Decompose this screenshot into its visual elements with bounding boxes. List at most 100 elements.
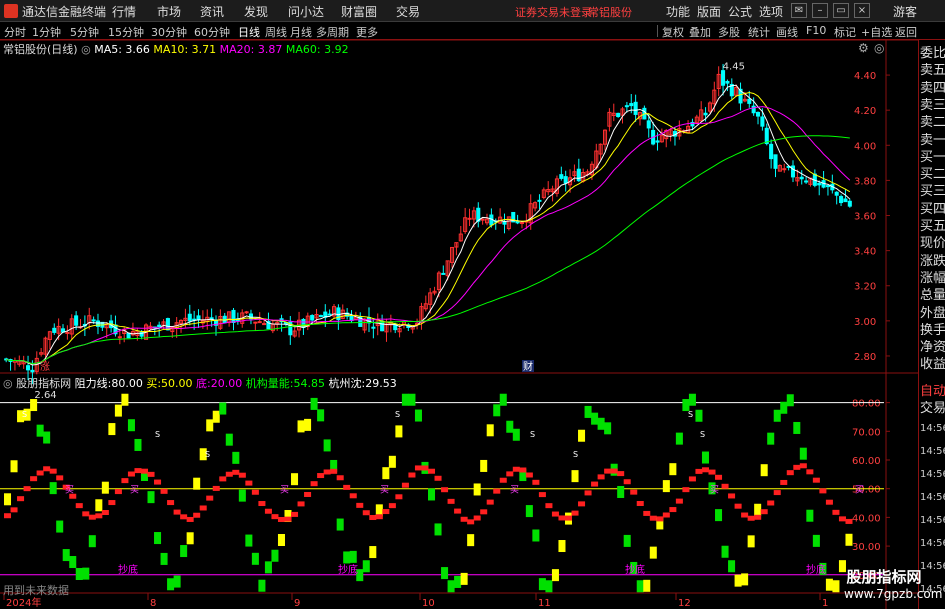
menu-gongshi[interactable]: 公式 [728, 3, 752, 20]
tool-duogu[interactable]: 多股 [718, 24, 740, 40]
slow-line-block [284, 516, 292, 522]
mai-label-6: 买 [855, 485, 864, 496]
slow-line-block [545, 503, 553, 509]
period-monthly[interactable]: 月线 [290, 24, 312, 40]
tool-tongji[interactable]: 统计 [748, 24, 770, 40]
close-icon[interactable]: × [854, 3, 870, 18]
period-multi[interactable]: 多周期 [316, 24, 349, 40]
candle [834, 191, 839, 196]
period-fenshi[interactable]: 分时 [4, 24, 26, 40]
menu-banmian[interactable]: 版面 [697, 3, 721, 20]
slow-line-block [825, 499, 833, 505]
tool-zixuan[interactable]: +自选 [861, 24, 892, 40]
login-notice[interactable]: 证券交易未登录 [515, 4, 592, 20]
indicator-block [310, 397, 318, 410]
guest-label[interactable]: 游客 [893, 3, 917, 20]
period-30min[interactable]: 30分钟 [151, 24, 187, 40]
candle [839, 196, 844, 204]
candle [187, 313, 192, 322]
slow-line-block [17, 496, 25, 502]
price-tick-label-5: 3.40 [854, 247, 876, 258]
mail-icon[interactable]: ✉ [791, 3, 807, 18]
slow-line-block [591, 481, 599, 487]
candle [480, 218, 485, 221]
restore-icon[interactable]: ▭ [833, 3, 849, 18]
price-tick-label-2: 4.00 [854, 141, 876, 152]
indicator-block [95, 499, 103, 512]
slow-line-block [512, 466, 520, 472]
indicator-block [760, 464, 768, 477]
menu-gongneng[interactable]: 功能 [666, 3, 690, 20]
trade-label[interactable]: 交易 [920, 401, 945, 417]
tool-diejia[interactable]: 叠加 [689, 24, 711, 40]
tool-huaxian[interactable]: 画线 [776, 24, 798, 40]
title-bar: 通达信金融终端 行情 市场 资讯 发现 问小达 财富圈 交易 证券交易未登录 常… [0, 0, 945, 22]
indicator-block [401, 393, 409, 406]
ma60-value: 3.92 [324, 43, 349, 56]
indicator-block [701, 451, 709, 464]
menu-faxian[interactable]: 发现 [244, 3, 268, 20]
period-60min[interactable]: 60分钟 [194, 24, 230, 40]
app-logo-icon [4, 4, 18, 18]
menu-shichang[interactable]: 市场 [157, 3, 181, 20]
chart-toggle-icon[interactable]: ◎ [874, 41, 884, 55]
price-tick-label-6: 3.20 [854, 282, 876, 293]
tick-time-5: 14:56 [920, 538, 945, 549]
chaodi-label-1: 抄底 [338, 563, 358, 576]
slow-line-block [812, 477, 820, 483]
slow-line-block [734, 503, 742, 509]
slow-line-block [806, 469, 814, 475]
menu-hangqing[interactable]: 行情 [112, 3, 136, 20]
indicator-block [832, 580, 840, 593]
ma20-value: 3.87 [257, 43, 283, 56]
slow-line-block [277, 517, 285, 523]
period-1min[interactable]: 1分钟 [32, 24, 61, 40]
slow-line-block [291, 511, 299, 517]
menu-xuanxiang[interactable]: 选项 [759, 3, 783, 20]
indicator-block [297, 420, 305, 433]
indicator-block [767, 432, 775, 445]
period-15min[interactable]: 15分钟 [108, 24, 144, 40]
slow-line-block [310, 481, 318, 487]
mai-label-3: 买 [380, 485, 389, 496]
slow-line-block [88, 514, 96, 520]
slow-line-block [238, 472, 246, 478]
menu-zixun[interactable]: 资讯 [200, 3, 224, 20]
indicator-block [238, 489, 246, 502]
indicator-block [721, 545, 729, 558]
indicator-toggle-icon[interactable]: ◎ [3, 377, 13, 390]
menu-jiaoyi[interactable]: 交易 [396, 3, 420, 20]
tool-fanhui[interactable]: 返回 [895, 24, 917, 40]
menu-wenxiaoda[interactable]: 问小达 [288, 3, 324, 20]
period-weekly[interactable]: 周线 [265, 24, 287, 40]
auto-trade-label[interactable]: 自动 [920, 384, 945, 400]
candle [843, 198, 848, 203]
period-5min[interactable]: 5分钟 [70, 24, 99, 40]
time-tick-label-2: 9 [294, 598, 300, 609]
candle [655, 140, 660, 143]
legend-toggle-icon[interactable]: ◎ [81, 43, 91, 56]
indicator-block [525, 505, 533, 518]
s-label-5: S [573, 450, 578, 459]
period-more[interactable]: 更多 [356, 24, 378, 40]
indicator-block [806, 509, 814, 522]
indicator-block [441, 567, 449, 580]
slow-line-block [741, 512, 749, 518]
slow-line-block [388, 503, 396, 509]
tool-f10[interactable]: F10 [806, 24, 826, 37]
watermark: 股朋指标网 www.7gpzb.com [844, 566, 942, 606]
menu-caifuquan[interactable]: 财富圈 [341, 3, 377, 20]
slow-line-block [408, 472, 416, 478]
tool-fuquan[interactable]: 复权 [662, 24, 684, 40]
chart-canvas[interactable]: 4.40 4.20 4.00 3.80 3.60 3.40 3.20 3.00 2.80 4.45… [0, 40, 918, 609]
slow-line-block [382, 509, 390, 515]
indicator-block [747, 535, 755, 548]
tool-biaoji[interactable]: 标记 [834, 24, 856, 40]
ind-tick-label-4: 40.00 [852, 513, 881, 524]
chart-settings-icon[interactable]: ⚙ [858, 41, 869, 55]
minimize-icon[interactable]: – [812, 3, 828, 18]
indicator-block [134, 438, 142, 451]
quote-label-14: 总量 [920, 288, 945, 304]
candle [157, 324, 162, 328]
period-daily[interactable]: 日线 [238, 24, 260, 40]
